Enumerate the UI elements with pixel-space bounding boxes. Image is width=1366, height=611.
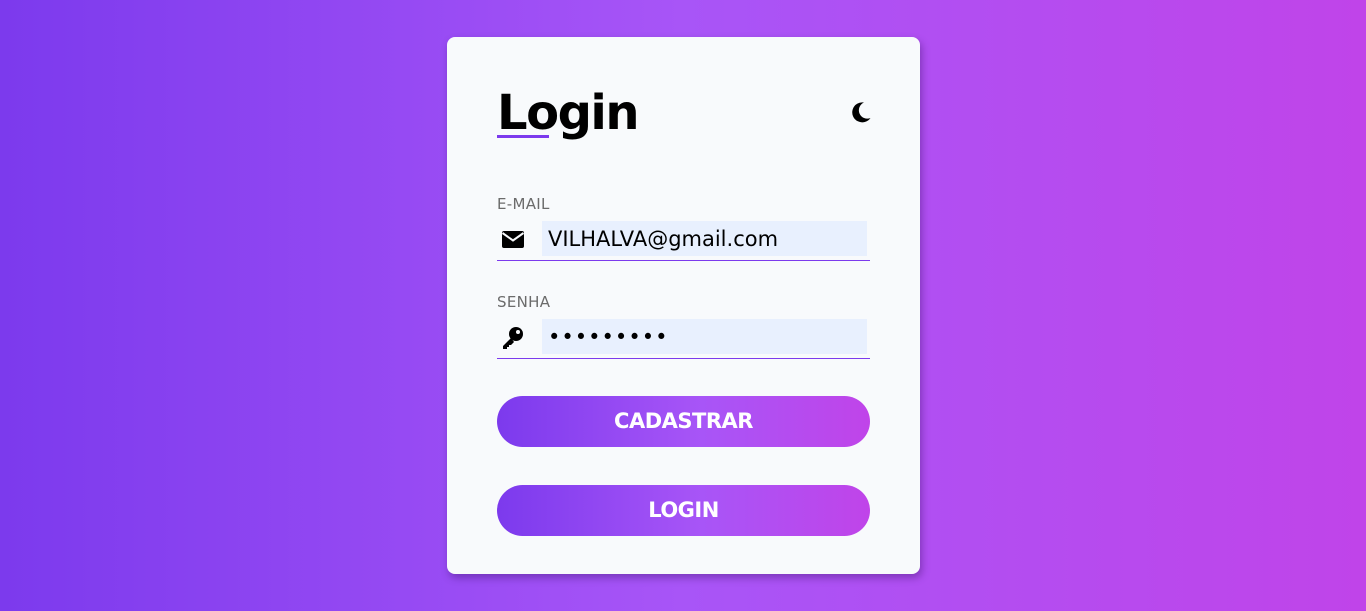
password-label: SENHA [497,293,551,311]
password-row [497,319,870,359]
register-button[interactable]: CADASTRAR [497,396,870,447]
password-field[interactable] [542,319,867,354]
moon-icon[interactable] [850,101,872,123]
email-row [497,221,870,261]
key-icon [500,325,526,351]
title-underline [497,135,549,138]
login-card: Login E-MAIL SENHA CADASTRAR LOGIN [447,37,920,574]
envelope-icon [500,227,526,253]
email-field[interactable] [542,221,867,256]
login-button[interactable]: LOGIN [497,485,870,536]
page-title: Login [497,85,640,141]
email-label: E-MAIL [497,195,550,213]
